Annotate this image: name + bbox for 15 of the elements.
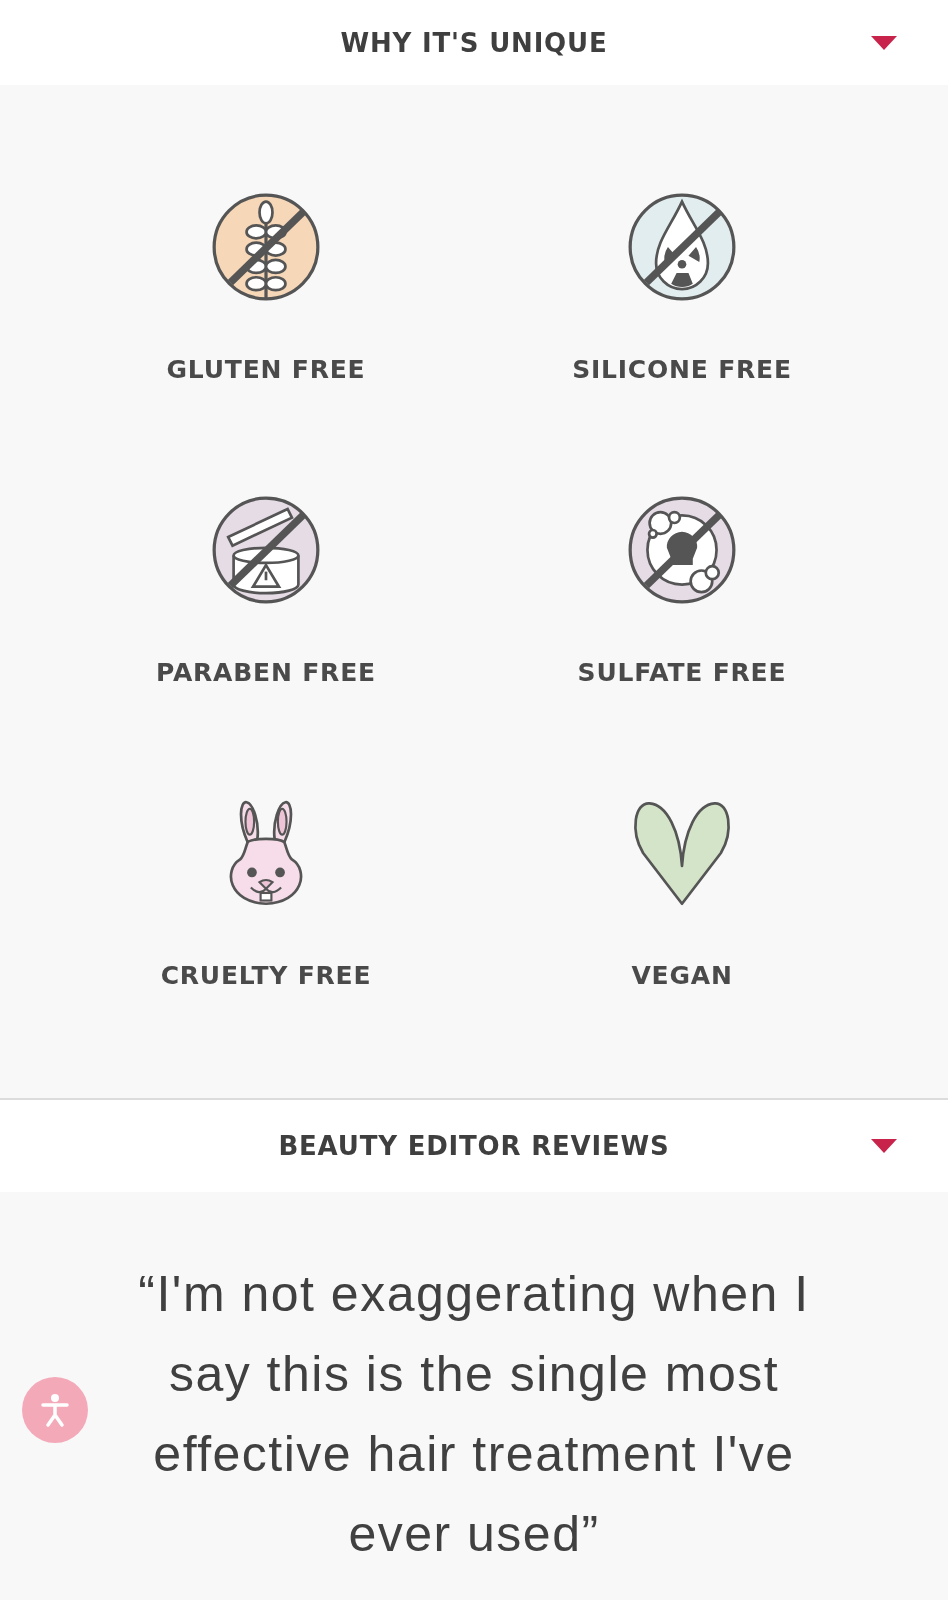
feature-label: SULFATE FREE [577,658,787,687]
feature-label: PARABEN FREE [156,658,376,687]
no-drop-icon [628,193,736,301]
feature-label: SILICONE FREE [572,355,792,384]
no-jar-icon [212,496,320,604]
caret-icon [870,34,898,51]
section-header[interactable]: WHY IT'S UNIQUE [0,0,948,85]
feature-label: VEGAN [631,961,733,990]
no-toxic-icon [628,496,736,604]
feature-label: CRUELTY FREE [160,961,372,990]
feature-label: GLUTEN FREE [166,355,366,384]
review-quote: “I'm not exaggerating when I say this is the single most effective hair treatment I've ever used” [137,1265,811,1564]
section-header[interactable]: BEAUTY EDITOR REVIEWS [0,1098,948,1192]
no-wheat-icon [212,193,320,301]
caret-icon [870,1138,898,1154]
